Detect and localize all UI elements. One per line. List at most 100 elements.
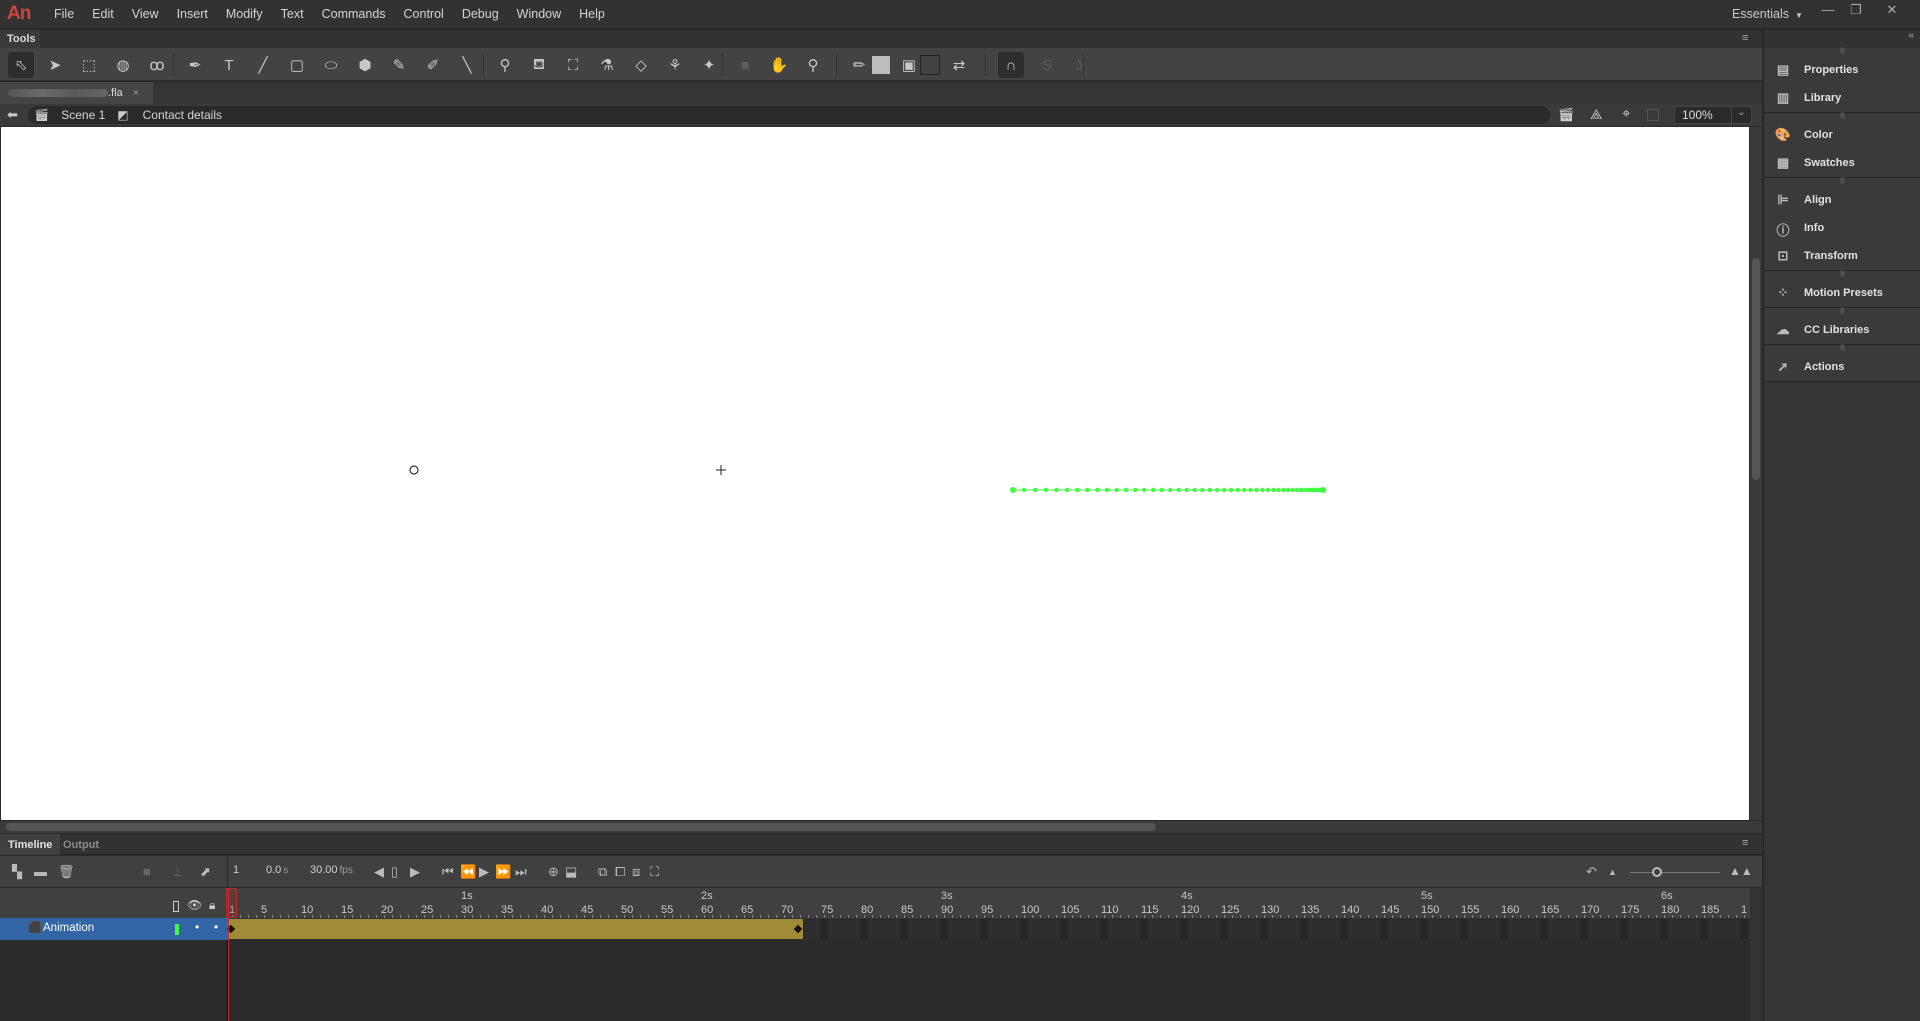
zoom-out-frames-icon[interactable]: ▲	[1608, 867, 1617, 877]
play-icon[interactable]: ▶	[479, 864, 489, 880]
menu-file[interactable]: File	[45, 7, 83, 21]
lock-dot-icon[interactable]: •	[214, 920, 218, 934]
edit-multiple-frames-icon[interactable]: ⧈	[632, 864, 640, 880]
keyframe-end[interactable]	[793, 924, 803, 934]
smooth-icon[interactable]: S	[1034, 52, 1060, 78]
polystar-tool[interactable]: ⬢	[352, 52, 378, 78]
timeline-menu-icon[interactable]: ≡	[1742, 837, 1748, 849]
eyedropper-tool[interactable]: ⚗	[594, 52, 620, 78]
pen-tool[interactable]: ✒	[182, 52, 208, 78]
edit-symbols-icon[interactable]: ⟁	[1590, 106, 1603, 123]
onion-markers-icon[interactable]: ⛶	[650, 864, 659, 880]
zoom-tool[interactable]: ⚲	[800, 52, 826, 78]
panel-properties[interactable]: ▤ Properties	[1764, 56, 1920, 84]
menu-insert[interactable]: Insert	[168, 7, 217, 21]
panel-actions[interactable]: ➚ Actions	[1764, 353, 1920, 381]
camera-layer-icon[interactable]: ■	[143, 864, 151, 879]
panel-library[interactable]: ▥ Library	[1764, 84, 1920, 112]
outline-toggle-icon[interactable]	[173, 901, 179, 912]
rectangle-tool[interactable]: ▢	[284, 52, 310, 78]
menu-text[interactable]: Text	[272, 7, 313, 21]
document-tab[interactable]: .fla ×	[0, 82, 153, 104]
layer-row[interactable]: ⬛ Animation • •	[0, 918, 228, 940]
edit-scene-icon[interactable]: 🎬︎	[1558, 107, 1575, 123]
motion-tween-span[interactable]	[226, 919, 804, 939]
close-tab-icon[interactable]: ×	[133, 87, 139, 99]
panel-grip[interactable]: ||||||||	[1764, 48, 1920, 56]
panel-grip[interactable]: ||||||||	[1764, 345, 1920, 353]
stroke-color-icon[interactable]: ✏	[846, 52, 872, 78]
menu-help[interactable]: Help	[570, 7, 614, 21]
new-layer-icon[interactable]: ▚	[12, 864, 22, 880]
brush-tool[interactable]: ╲	[454, 52, 480, 78]
panel-grip[interactable]: ||||||||	[1764, 271, 1920, 279]
panel-menu-icon[interactable]: ≡	[1742, 32, 1748, 44]
oval-tool[interactable]: ⬭	[318, 52, 344, 78]
panel-align[interactable]: ⊫ Align	[1764, 186, 1920, 214]
menu-modify[interactable]: Modify	[217, 7, 272, 21]
visibility-dot-icon[interactable]: •	[195, 920, 199, 934]
lasso-tool[interactable]: ꝏ	[144, 52, 170, 78]
menu-commands[interactable]: Commands	[313, 7, 395, 21]
ink-bottle-tool[interactable]: ⛶	[560, 52, 586, 78]
keyframe-toggle-icon[interactable]: ▯	[391, 864, 398, 880]
menu-window[interactable]: Window	[508, 7, 570, 21]
onion-outline-icon[interactable]: ⧠	[615, 864, 625, 880]
object-drawing-toggle[interactable]: ▣	[896, 52, 922, 78]
prev-keyframe-icon[interactable]: ◀	[374, 864, 384, 880]
playhead-line[interactable]	[228, 888, 229, 1021]
menu-edit[interactable]: Edit	[83, 7, 123, 21]
export-icon[interactable]: ⬓	[565, 864, 577, 880]
3d-rotation-tool[interactable]: ◍	[110, 52, 136, 78]
zoom-in-frames-icon[interactable]: ▲▲	[1729, 864, 1753, 878]
width-tool[interactable]: ⚘	[662, 52, 688, 78]
step-back-icon[interactable]: ⏪	[460, 864, 476, 880]
panel-grip[interactable]: ||||||||	[1764, 308, 1920, 316]
restore-button[interactable]: ❐	[1844, 2, 1868, 22]
paint-brush-tool[interactable]: ✐	[420, 52, 446, 78]
motion-path[interactable]	[1010, 487, 1326, 493]
tab-timeline[interactable]: Timeline	[0, 834, 61, 855]
breadcrumb-scene[interactable]: Scene 1	[61, 108, 105, 122]
frame-ruler[interactable]: 1 5 10 15 20 25 30 35 40 45 50 55 60 65 70 75 80 85 90 95 10…	[228, 888, 1753, 918]
subselection-tool[interactable]: ➤	[42, 52, 68, 78]
new-folder-icon[interactable]: ▬	[34, 864, 47, 879]
frame-rate[interactable]: 30.00 fps	[310, 864, 353, 876]
stage-canvas[interactable]	[1, 127, 1749, 820]
step-forward-icon[interactable]: ⏩	[495, 864, 511, 880]
current-time[interactable]: 0.0 s	[266, 864, 288, 876]
current-frame[interactable]: 1	[233, 864, 239, 876]
paint-bucket-tool[interactable]: ⛾	[526, 52, 552, 78]
selection-tool[interactable]: ⬁	[8, 52, 34, 78]
reset-zoom-icon[interactable]: ↶	[1586, 864, 1597, 880]
bone-tool[interactable]: ⚲	[492, 52, 518, 78]
line-tool[interactable]: ╱	[250, 52, 276, 78]
zoom-select[interactable]: 100% ⌄	[1674, 106, 1752, 124]
workspace-switcher[interactable]: Essentials ▼	[1732, 7, 1803, 21]
no-color-swatch[interactable]	[920, 55, 940, 75]
panel-transform[interactable]: ⊡ Transform	[1764, 242, 1920, 270]
next-keyframe-icon[interactable]: ▶	[410, 864, 420, 880]
layer-parenting-icon[interactable]: ⊥	[172, 864, 183, 880]
onion-skin-icon[interactable]: ⧉	[598, 864, 607, 880]
go-last-frame-icon[interactable]: ⏭	[515, 864, 527, 880]
eraser-tool[interactable]: ◇	[628, 52, 654, 78]
panel-info[interactable]: ⓘ Info	[1764, 214, 1920, 242]
frames-row[interactable]	[226, 918, 1750, 940]
panel-swatches[interactable]: ▦ Swatches	[1764, 149, 1920, 177]
menu-debug[interactable]: Debug	[453, 7, 508, 21]
free-transform-tool[interactable]: ⬚	[76, 52, 102, 78]
camera-tool[interactable]: ■	[732, 52, 758, 78]
swap-colors-icon[interactable]: ⇄	[946, 52, 972, 78]
menu-control[interactable]: Control	[395, 7, 453, 21]
go-first-frame-icon[interactable]: ⏮	[442, 864, 454, 880]
layer-name[interactable]: Animation	[43, 922, 94, 934]
panel-color[interactable]: 🎨 Color	[1764, 121, 1920, 149]
panel-cc-libraries[interactable]: ☁ CC Libraries	[1764, 316, 1920, 344]
tab-output[interactable]: Output	[55, 834, 107, 855]
eye-icon[interactable]: 👁︎	[187, 898, 202, 912]
frame-zoom-slider-knob[interactable]	[1652, 867, 1662, 877]
fill-color-swatch[interactable]	[872, 56, 890, 74]
horizontal-scrollbar-thumb[interactable]	[6, 823, 1156, 831]
frame-zoom-slider[interactable]	[1630, 872, 1720, 873]
